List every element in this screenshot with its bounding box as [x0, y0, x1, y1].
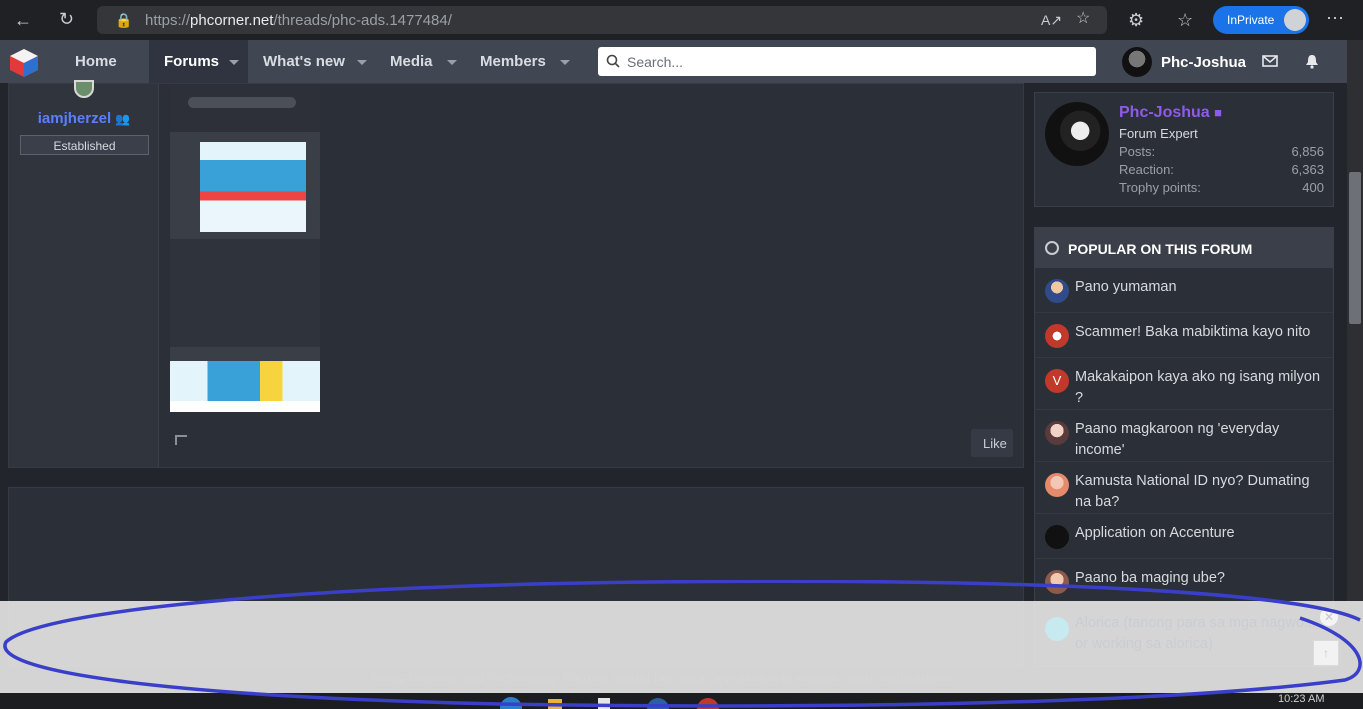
chevron-down-icon[interactable] — [229, 60, 239, 65]
popular-thread-item[interactable]: Paano magkaroon ng 'everyday income' — [1035, 410, 1333, 462]
thread-avatar: V — [1045, 369, 1069, 393]
thread-avatar — [1045, 421, 1069, 445]
more-menu-icon[interactable]: ⋯ — [1326, 9, 1344, 27]
search-icon — [606, 54, 620, 68]
post-author-text: iamjherzel — [37, 110, 112, 127]
profile-name-text: Phc-Joshua — [1119, 104, 1210, 121]
chevron-down-icon[interactable] — [560, 60, 570, 65]
post-author-column: iamjherzel 👥 Established — [9, 80, 159, 467]
browser-toolbar: ← ↻ 🔒 https://phcorner.net/threads/phc-a… — [0, 0, 1363, 40]
stat-label: Trophy points: — [1119, 180, 1201, 195]
popular-thread-item[interactable]: Pano yumaman — [1035, 268, 1333, 313]
nav-media[interactable]: Media — [390, 40, 433, 83]
post-container: iamjherzel 👥 Established Like — [8, 80, 1024, 468]
ad-banner-image — [200, 142, 306, 232]
refresh-icon[interactable]: ↻ — [59, 10, 74, 28]
thread-avatar — [1045, 324, 1069, 348]
read-aloud-icon[interactable]: A↗ — [1041, 11, 1062, 29]
stat-reaction: Reaction: 6,363 — [1119, 162, 1324, 180]
ad-banner-image — [170, 361, 320, 401]
chevron-down-icon[interactable] — [357, 60, 367, 65]
nav-forums-label: Forums — [164, 53, 220, 70]
mail-icon[interactable] — [1262, 55, 1278, 67]
extensions-icon[interactable]: ⚙ — [1128, 11, 1144, 29]
popular-title: POPULAR ON THIS FORUM — [1068, 241, 1253, 257]
user-group-icon: 👥 — [115, 112, 131, 126]
back-arrow-icon[interactable]: ← — [14, 11, 32, 29]
nav-home[interactable]: Home — [75, 40, 117, 83]
nav-whats-new[interactable]: What's new — [263, 40, 345, 83]
inprivate-label: InPrivate — [1227, 13, 1275, 27]
screenshot-bottom — [170, 401, 320, 412]
trending-icon — [1045, 241, 1059, 255]
thread-title: Paano magkaroon ng 'everyday income' — [1075, 421, 1280, 458]
thread-avatar — [1045, 279, 1069, 303]
stat-posts: Posts: 6,856 — [1119, 144, 1324, 162]
popular-thread-item[interactable]: Scammer! Baka mabiktima kayo nito — [1035, 313, 1333, 358]
chevron-down-icon[interactable] — [447, 60, 457, 65]
nav-username: Phc-Joshua — [1161, 54, 1247, 71]
page-scrollbar[interactable] — [1347, 40, 1363, 601]
scrollbar-thumb[interactable] — [1349, 172, 1361, 324]
thread-title: Kamusta National ID nyo? Dumating na ba? — [1075, 473, 1310, 510]
bell-icon[interactable] — [1305, 54, 1319, 69]
user-avatar — [1122, 47, 1152, 77]
address-bar[interactable]: 🔒 https://phcorner.net/threads/phc-ads.1… — [97, 6, 1107, 34]
forum-nav: Home Forums What's new Media Members Sea… — [0, 40, 1347, 83]
screenshot-urlbar — [188, 97, 296, 108]
search-placeholder: Search... — [627, 54, 684, 70]
annotation-ellipse — [3, 580, 1362, 708]
thread-avatar — [1045, 473, 1069, 497]
screenshot-post-list — [170, 239, 320, 347]
stat-value: 6,856 — [1291, 144, 1324, 159]
user-badge-icon: ■ — [1214, 105, 1222, 120]
site-logo[interactable] — [8, 47, 40, 79]
author-avatar — [74, 80, 94, 98]
like-button[interactable]: Like — [971, 429, 1013, 457]
profile-avatar-icon — [1284, 9, 1306, 31]
profile-name[interactable]: Phc-Joshua ■ — [1119, 104, 1222, 122]
thread-avatar — [1045, 525, 1069, 549]
post-author-name[interactable]: iamjherzel 👥 — [9, 110, 159, 127]
inprivate-badge[interactable]: InPrivate — [1213, 6, 1309, 34]
popular-thread-item[interactable]: Application on Accenture — [1035, 514, 1333, 559]
profile-card: Phc-Joshua ■ Forum Expert Posts: 6,856 Re… — [1034, 92, 1334, 207]
add-favorite-icon[interactable]: ☆ — [1076, 10, 1090, 28]
thread-title: Scammer! Baka mabiktima kayo nito — [1075, 324, 1311, 340]
screenshot-topbar — [170, 84, 320, 132]
thread-title: Makakaipon kaya ako ng isang milyon ? — [1075, 369, 1321, 406]
popular-header: POPULAR ON THIS FORUM — [1035, 228, 1333, 268]
stat-trophy-points: Trophy points: 400 — [1119, 180, 1324, 198]
profile-title: Forum Expert — [1119, 126, 1198, 141]
nav-members[interactable]: Members — [480, 40, 546, 83]
search-input[interactable]: Search... — [598, 47, 1096, 76]
attached-screenshot[interactable] — [170, 84, 320, 412]
thread-title: Pano yumaman — [1075, 279, 1177, 295]
popular-thread-item[interactable]: Kamusta National ID nyo? Dumating na ba? — [1035, 462, 1333, 514]
thread-title: Application on Accenture — [1075, 525, 1235, 541]
report-flag-icon[interactable] — [175, 435, 187, 445]
stat-label: Reaction: — [1119, 162, 1174, 177]
lock-icon: 🔒 — [115, 12, 133, 28]
profile-avatar[interactable] — [1045, 102, 1109, 166]
stat-value: 6,363 — [1291, 162, 1324, 177]
popular-thread-item[interactable]: V Makakaipon kaya ako ng isang milyon ? — [1035, 358, 1333, 410]
stat-label: Posts: — [1119, 144, 1156, 159]
user-title-badge: Established — [20, 135, 149, 155]
url-text: https://phcorner.net/threads/phc-ads.147… — [145, 12, 452, 29]
favorites-icon[interactable]: ☆ — [1177, 11, 1193, 29]
stat-value: 400 — [1302, 180, 1324, 195]
